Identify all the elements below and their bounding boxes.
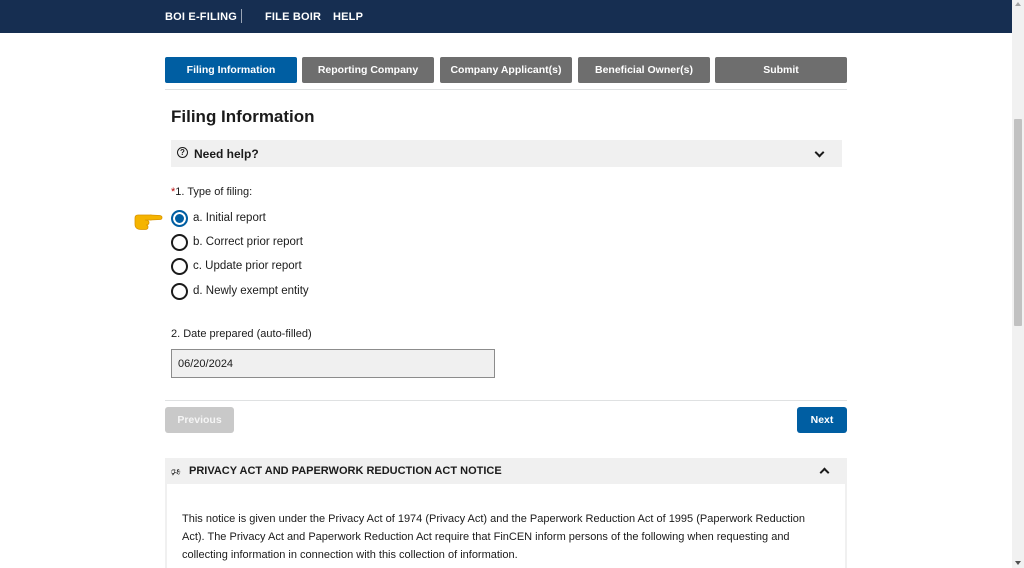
scroll-up-arrow-icon[interactable] [1015, 2, 1021, 6]
nav-help[interactable]: HELP [333, 11, 363, 23]
next-button[interactable]: Next [797, 407, 847, 433]
page-title: Filing Information [171, 107, 315, 126]
chevron-up-icon[interactable] [819, 467, 830, 478]
radio-label[interactable]: b. Correct prior report [193, 236, 303, 248]
need-help-accordion[interactable]: ? Need help? [171, 140, 842, 167]
top-navigation-bar: BOI E-FILING FILE BOIR HELP [0, 0, 1012, 33]
scroll-down-arrow-icon[interactable] [1015, 561, 1021, 565]
radio-option-update-prior-report[interactable]: c. Update prior report [171, 257, 302, 275]
date-prepared-field[interactable]: 06/20/2024 [171, 349, 495, 378]
step-beneficial-owners[interactable]: Beneficial Owner(s) [578, 57, 710, 83]
privacy-notice-accordion: 🕫 PRIVACY ACT AND PAPERWORK REDUCTION AC… [165, 458, 847, 568]
nav-file-boir[interactable]: FILE BOIR [265, 11, 321, 23]
chevron-down-icon[interactable] [814, 147, 825, 158]
radio-label[interactable]: a. Initial report [193, 212, 266, 224]
radio-option-newly-exempt-entity[interactable]: d. Newly exempt entity [171, 282, 309, 300]
privacy-notice-text: This notice is given under the Privacy A… [182, 513, 806, 561]
radio-button[interactable] [171, 257, 188, 275]
radio-button[interactable] [171, 282, 188, 300]
radio-option-initial-report[interactable]: a. Initial report [171, 209, 266, 227]
type-of-filing-text: 1. Type of filing: [175, 186, 253, 198]
date-prepared-label: 2. Date prepared (auto-filled) [171, 328, 312, 340]
megaphone-icon: 🕫 [171, 467, 181, 478]
privacy-notice-header[interactable]: 🕫 PRIVACY ACT AND PAPERWORK REDUCTION AC… [165, 458, 847, 484]
page-scrollbar[interactable] [1012, 0, 1024, 568]
nav-divider [241, 9, 242, 23]
question-circle-icon: ? [177, 147, 188, 158]
radio-option-correct-prior-report[interactable]: b. Correct prior report [171, 233, 303, 251]
privacy-notice-title[interactable]: PRIVACY ACT AND PAPERWORK REDUCTION ACT … [189, 465, 502, 477]
step-filing-information[interactable]: Filing Information [165, 57, 297, 83]
radio-label[interactable]: d. Newly exempt entity [193, 285, 309, 297]
section-divider [165, 89, 847, 90]
buttons-divider [165, 400, 847, 401]
pointing-hand-icon [134, 214, 163, 230]
need-help-label: Need help? [194, 147, 259, 161]
step-reporting-company[interactable]: Reporting Company [302, 57, 434, 83]
privacy-notice-body: This notice is given under the Privacy A… [167, 484, 845, 568]
step-submit[interactable]: Submit [715, 57, 847, 83]
scrollbar-thumb[interactable] [1014, 119, 1022, 326]
radio-label[interactable]: c. Update prior report [193, 260, 302, 272]
previous-button[interactable]: Previous [165, 407, 234, 433]
step-company-applicants[interactable]: Company Applicant(s) [440, 57, 572, 83]
type-of-filing-label: *1. Type of filing: [171, 186, 252, 198]
radio-button[interactable] [171, 209, 188, 227]
radio-button[interactable] [171, 233, 188, 251]
nav-boi-efiling[interactable]: BOI E-FILING [165, 11, 237, 23]
